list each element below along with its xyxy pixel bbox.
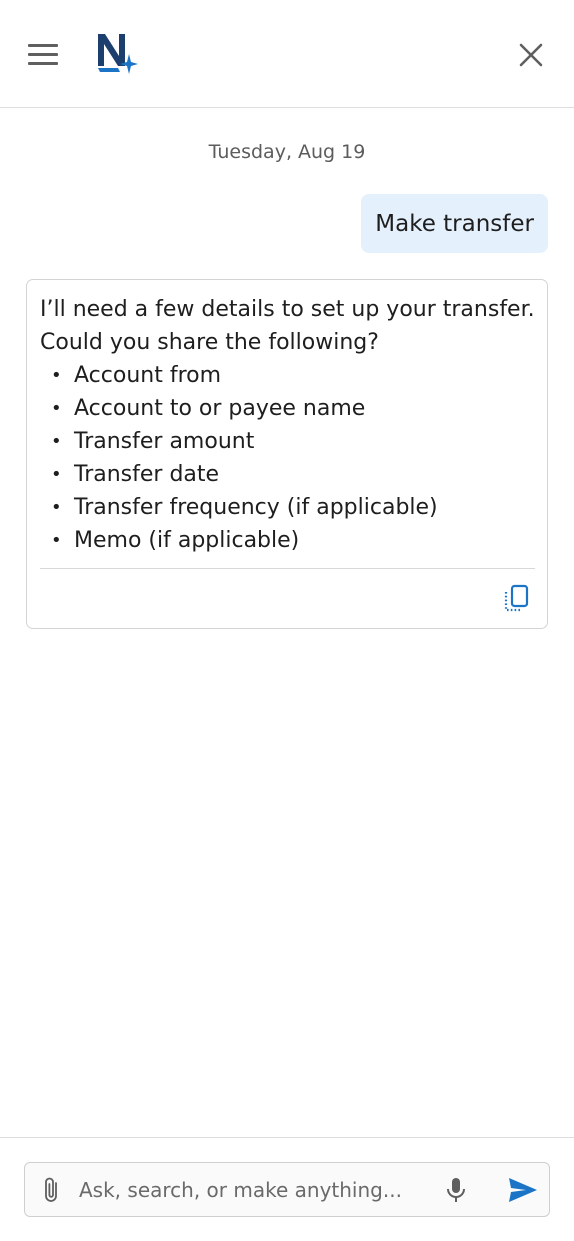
microphone-button[interactable] bbox=[444, 1176, 468, 1204]
assistant-message-card: I’ll need a few details to set up your t… bbox=[26, 279, 548, 629]
conversation-date: Tuesday, Aug 19 bbox=[208, 141, 366, 163]
paperclip-icon bbox=[45, 1177, 57, 1202]
list-item: Account to or payee name bbox=[40, 392, 438, 425]
hamburger-line bbox=[28, 52, 58, 56]
brand-logo: N bbox=[98, 34, 138, 74]
top-bar: N bbox=[0, 0, 574, 108]
list-item: Transfer date bbox=[40, 458, 438, 491]
list-item: Transfer amount bbox=[40, 425, 438, 458]
composer-bar bbox=[0, 1137, 574, 1241]
hamburger-menu-icon bbox=[28, 43, 58, 47]
menu-button[interactable] bbox=[22, 38, 64, 70]
copy-icon bbox=[504, 584, 529, 612]
copy-button[interactable] bbox=[503, 583, 531, 613]
list-item: Memo (if applicable) bbox=[40, 524, 438, 557]
close-icon bbox=[519, 43, 543, 67]
message-input[interactable] bbox=[79, 1163, 429, 1216]
user-message-bubble: Make transfer bbox=[361, 194, 548, 253]
send-button[interactable] bbox=[506, 1174, 540, 1206]
close-button[interactable] bbox=[512, 36, 550, 74]
list-item: Transfer frequency (if applicable) bbox=[40, 491, 438, 524]
required-details-list: Account from Account to or payee name Tr… bbox=[40, 359, 438, 557]
microphone-icon bbox=[447, 1178, 465, 1202]
message-composer bbox=[24, 1162, 550, 1217]
card-divider bbox=[40, 568, 535, 569]
user-message-text: Make transfer bbox=[375, 210, 534, 237]
send-icon bbox=[509, 1178, 537, 1202]
attach-button[interactable] bbox=[39, 1175, 65, 1205]
hamburger-line bbox=[28, 61, 58, 65]
assistant-message-intro: I’ll need a few details to set up your t… bbox=[40, 297, 535, 355]
list-item: Account from bbox=[40, 359, 438, 392]
